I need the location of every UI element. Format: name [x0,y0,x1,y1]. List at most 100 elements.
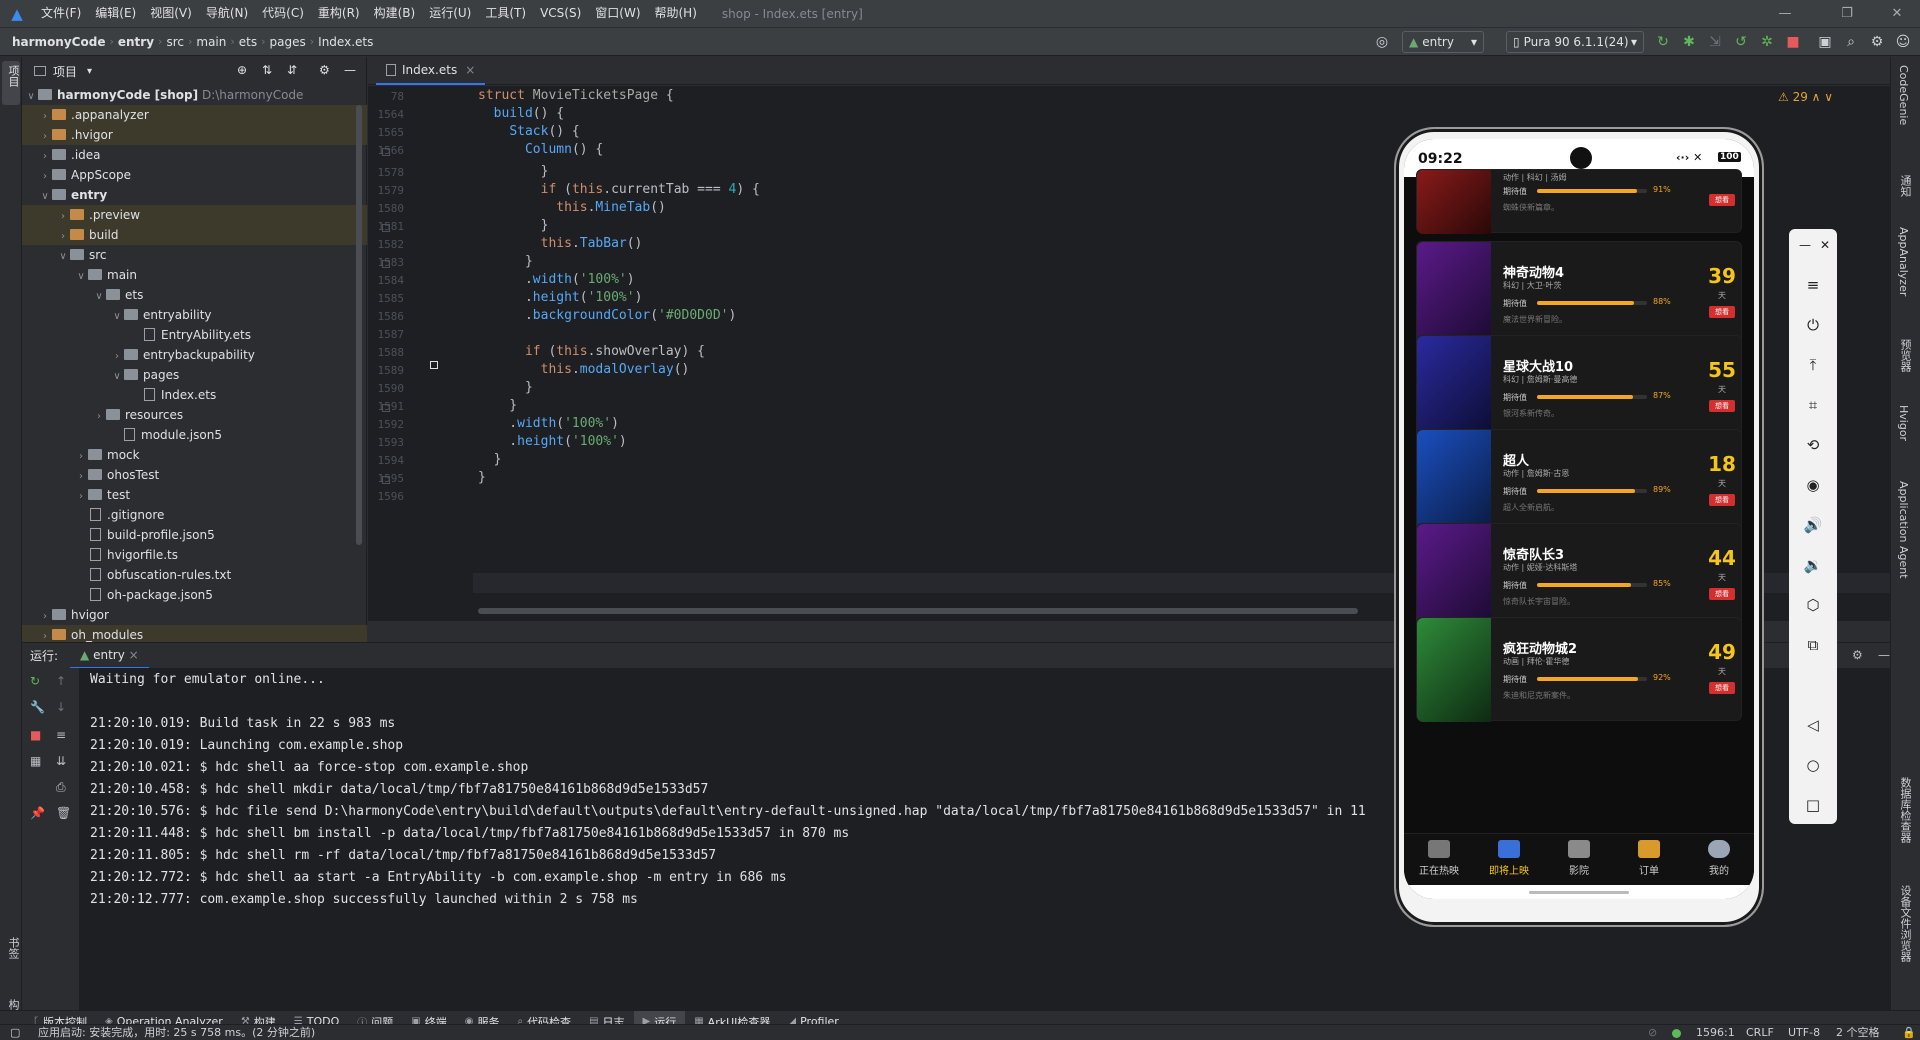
tab-cinema[interactable]: 影院 [1544,840,1614,877]
indent-setting[interactable]: 2 个空格 [1836,1025,1880,1040]
soft-wrap-icon[interactable]: ≡ [56,728,66,742]
hide-panel-icon[interactable]: — [344,63,356,77]
device-file-browser-stripe-label[interactable]: 设备文件浏览器 [1897,885,1913,962]
fold-icon[interactable]: ⬡ [1801,593,1825,617]
movie-card[interactable]: 神奇动物4 科幻 | 大卫·叶茨 期待值 88% 魔法世界新冒险。 39 天想看 [1416,241,1742,346]
target-icon[interactable]: ◎ [1373,33,1391,51]
tree-item[interactable]: ∨ src [22,245,367,265]
database-inspector-stripe-label[interactable]: 数据库检查器 [1897,777,1913,843]
code-line[interactable]: } [478,380,533,395]
menu-edit[interactable]: 编辑(E) [88,0,143,27]
tree-item[interactable]: › mock [22,445,367,465]
notifications-stripe-label[interactable]: 通知 [1897,175,1913,197]
stop-icon[interactable]: ■ [30,728,41,742]
tab-index-ets[interactable]: Index.ets × [376,57,486,85]
close-icon[interactable]: ✕ [1813,233,1837,257]
tree-item[interactable]: build-profile.json5 [22,525,367,545]
tab-coming-soon[interactable]: 即将上映 [1474,840,1544,877]
breadcrumb-pages[interactable]: pages [266,35,310,49]
code-line[interactable]: Column() { [478,142,603,157]
menu-build[interactable]: 构建(B) [367,0,423,27]
attach-icon[interactable]: ⇲ [1706,33,1724,51]
pin-icon[interactable]: 📌 [30,806,45,820]
search-icon[interactable]: ⌕ [1842,33,1860,51]
code-line[interactable]: this.TabBar() [478,236,643,251]
tree-item[interactable]: EntryAbility.ets [22,325,367,345]
code-line[interactable]: } [478,398,517,413]
code-line[interactable]: if (this.currentTab === 4) { [478,182,760,197]
tree-root[interactable]: ∨ harmonyCode [shop] D:\harmonyCode [22,85,367,105]
tree-item[interactable]: ∨ ets [22,285,367,305]
screenshot-icon[interactable]: ⧉ [1801,633,1825,657]
menu-tools[interactable]: 工具(T) [478,0,533,27]
code-line[interactable]: .backgroundColor('#0D0D0D') [478,308,736,323]
status-message[interactable]: 应用启动: 安装完成，用时: 25 s 758 ms。(2 分钟之前) [38,1025,315,1040]
menu-view[interactable]: 视图(V) [143,0,199,27]
code-line[interactable]: struct MovieTicketsPage { [478,88,674,103]
tree-item[interactable]: › .idea [22,145,367,165]
breadcrumb-main[interactable]: main [192,35,230,49]
hide-panel-icon[interactable]: — [1878,648,1890,662]
menu-code[interactable]: 代码(C) [255,0,311,27]
status-indicator[interactable] [1672,1029,1681,1038]
fold-marker[interactable] [382,260,390,268]
tree-item[interactable]: › resources [22,405,367,425]
bookmarks-stripe-label[interactable]: 书签 [5,937,21,959]
fold-marker[interactable] [382,404,390,412]
file-encoding[interactable]: UTF-8 [1788,1025,1820,1040]
run-tab-entry[interactable]: ▲ entry × [70,643,149,669]
breadcrumb-project[interactable]: harmonyCode [8,35,109,49]
code-line[interactable]: build() { [478,106,564,121]
rerun-icon[interactable]: ↻ [1654,33,1672,51]
tree-item[interactable]: ∨ entryability [22,305,367,325]
caret-position[interactable]: 1596:1 [1696,1025,1735,1040]
code-line[interactable]: } [478,218,549,233]
tree-item[interactable]: ∨ pages [22,365,367,385]
rotate-icon[interactable]: ⟲ [1801,433,1825,457]
line-separator[interactable]: CRLF [1746,1025,1774,1040]
gear-icon[interactable]: ⚙ [319,63,330,77]
movie-card[interactable]: 超人 动作 | 詹姆斯·古恩 期待值 89% 超人全新启航。 18 天想看 [1416,429,1742,534]
appanalyzer-stripe-label[interactable]: AppAnalyzer [1897,227,1910,296]
fold-marker[interactable] [382,148,390,156]
profile-icon[interactable]: ✲ [1758,33,1776,51]
breadcrumb-file[interactable]: Index.ets [314,35,377,49]
tree-item[interactable]: obfuscation-rules.txt [22,565,367,585]
fold-marker[interactable] [382,224,390,232]
want-button[interactable]: 想看 [1709,194,1735,206]
warnings-indicator[interactable]: ⚠ 29 ∧ ∨ [1778,90,1833,104]
layout-icon[interactable]: ▦ [30,754,41,768]
breadcrumb-src[interactable]: src [162,35,188,49]
tree-item[interactable]: hvigorfile.ts [22,545,367,565]
power-icon[interactable]: ⏻ [1801,313,1825,337]
scrollbar[interactable] [356,105,362,545]
chevron-down-icon[interactable]: ▾ [87,66,92,77]
code-line[interactable]: } [478,470,486,485]
menu-refactor[interactable]: 重构(R) [311,0,367,27]
want-button[interactable]: 想看 [1709,588,1735,600]
upload-icon[interactable]: ⤒ [1801,353,1825,377]
run-config-dropdown[interactable]: ▲ entry ▾ [1402,31,1484,53]
maximize-icon[interactable]: ❐ [1824,0,1870,27]
want-button[interactable]: 想看 [1709,400,1735,412]
apply-changes-icon[interactable]: ↺ [1732,33,1750,51]
menu-vcs[interactable]: VCS(S) [533,0,588,27]
menu-run[interactable]: 运行(U) [422,0,478,27]
code-line[interactable]: this.modalOverlay() [478,362,690,377]
tree-item[interactable]: › AppScope [22,165,367,185]
volume-down-icon[interactable]: 🔉 [1801,553,1825,577]
codegenie-stripe-label[interactable]: CodeGenie [1897,65,1910,125]
code-line[interactable]: } [478,452,502,467]
account-icon[interactable]: ☺ [1894,33,1912,51]
collapse-all-icon[interactable]: ⇵ [287,63,297,77]
crop-icon[interactable]: ⌗ [1801,393,1825,417]
code-line[interactable]: } [478,254,533,269]
tab-now-showing[interactable]: 正在热映 [1404,840,1474,877]
tree-item[interactable]: › .preview [22,205,367,225]
wrench-icon[interactable]: 🔧 [30,700,45,714]
horizontal-scrollbar[interactable] [478,608,1358,614]
scroll-end-icon[interactable]: ⇊ [56,754,66,768]
home-icon[interactable]: ○ [1801,753,1825,777]
rerun-icon[interactable]: ↻ [30,674,40,688]
tree-item[interactable]: › test [22,485,367,505]
